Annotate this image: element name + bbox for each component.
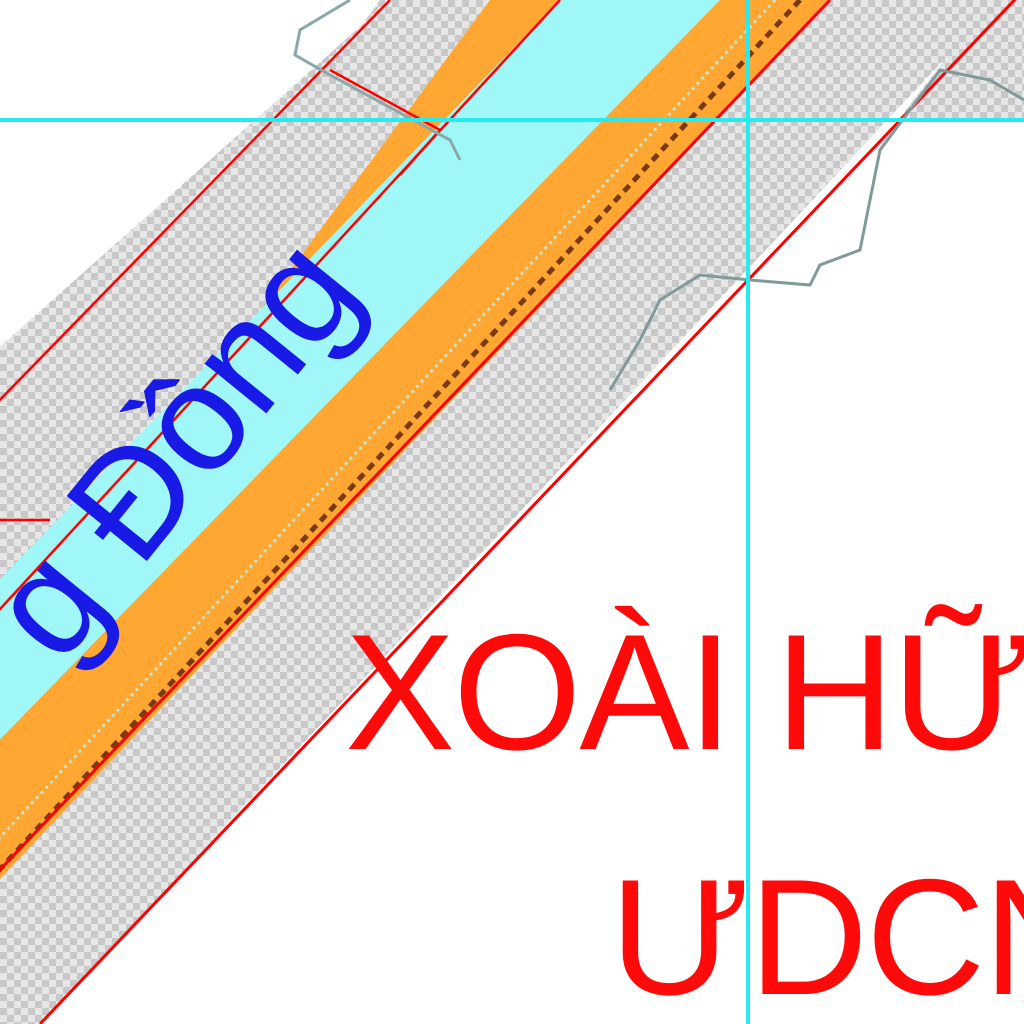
map-canvas[interactable]: g Đồng XOÀI HỮ ƯDCN bbox=[0, 0, 1024, 1024]
zone-label-line-1: XOÀI HỮ bbox=[345, 600, 1024, 784]
zone-label-line-2: ƯDCN bbox=[610, 845, 1024, 1024]
